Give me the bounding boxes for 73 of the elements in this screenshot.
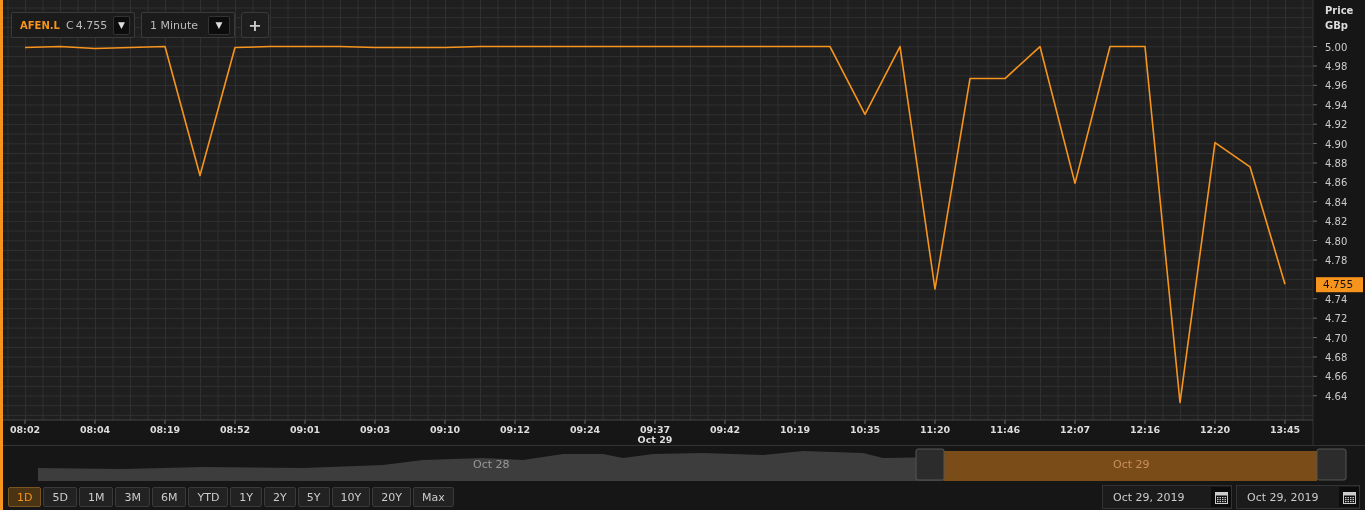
x-tick-label: 11:46 <box>989 424 1021 435</box>
x-tick-label: 12:16 <box>1129 424 1161 435</box>
x-tick-label: 09:37 <box>639 424 671 435</box>
x-tick-label: 09:42 <box>709 424 741 435</box>
interval-label: 1 Minute <box>150 18 199 32</box>
range-handle[interactable] <box>915 448 945 481</box>
range-handle[interactable] <box>1316 448 1347 481</box>
x-tick-label: 09:12 <box>499 424 531 435</box>
y-tick-label: 4.90 <box>1325 138 1348 150</box>
y-tick-label: 4.70 <box>1325 332 1348 344</box>
x-tick-label: 08:02 <box>9 424 41 435</box>
y-tick-label: 4.86 <box>1325 177 1348 189</box>
symbol-label: AFEN.L <box>20 19 60 31</box>
selection-range[interactable] <box>944 451 1317 481</box>
close-value: 4.755 <box>75 18 108 32</box>
range-button[interactable]: 1M <box>78 487 114 507</box>
x-tick-label: 08:52 <box>219 424 251 435</box>
x-tick-label: 11:20 <box>919 424 951 435</box>
range-button[interactable]: 1Y <box>230 487 263 507</box>
navigator-date-label: Oct 28 <box>473 458 510 471</box>
symbol-selector[interactable]: AFEN.L C 4.755 ▼ <box>11 12 135 38</box>
x-tick-label: 13:45 <box>1269 424 1301 435</box>
y-tick-label: 4.72 <box>1325 313 1348 325</box>
x-tick-label: 09:10 <box>429 424 461 435</box>
x-tick-label: 08:19 <box>149 424 181 435</box>
range-button[interactable]: 20Y <box>372 487 411 507</box>
y-tick-label: 4.82 <box>1325 216 1348 228</box>
current-price: 4.755 <box>1316 277 1363 293</box>
x-tick-label: 09:24 <box>569 424 601 435</box>
range-button[interactable]: 6M <box>151 487 187 507</box>
y-tick-label: 4.94 <box>1325 99 1348 111</box>
range-button[interactable]: Max <box>412 487 454 507</box>
x-tick-label: 08:04 <box>79 424 111 435</box>
range-button[interactable]: 5D <box>43 487 77 507</box>
x-tick-label: 09:03 <box>359 424 391 435</box>
range-button[interactable]: 10Y <box>331 487 371 507</box>
add-button[interactable]: + <box>241 12 269 38</box>
close-label: C <box>65 18 74 32</box>
range-button[interactable]: 2Y <box>264 487 296 507</box>
x-tick-label: 12:20 <box>1199 424 1231 435</box>
range-button[interactable]: 1D <box>8 487 42 507</box>
x-tick-label: 09:01 <box>289 424 321 435</box>
y-tick-label: 4.98 <box>1325 60 1348 72</box>
y-tick-label: 4.78 <box>1325 254 1348 266</box>
calendar-icon <box>1342 490 1356 504</box>
y-tick-label: 4.74 <box>1325 293 1348 305</box>
y-tick-label: 4.88 <box>1325 157 1348 169</box>
y-tick-label: 4.66 <box>1325 371 1348 383</box>
y-tick-label: 4.96 <box>1325 80 1348 92</box>
caret-icon: ▼ <box>208 15 230 35</box>
y-tick-label: 5.00 <box>1325 41 1348 53</box>
y-tick-label: 4.80 <box>1325 235 1348 247</box>
calendar-button[interactable] <box>1339 487 1359 507</box>
interval-dropdown[interactable]: 1 Minute ▼ <box>141 12 235 38</box>
range-button[interactable]: 5Y <box>297 487 330 507</box>
x-tick-label: 10:35 <box>849 424 881 435</box>
y-tick-label: 4.68 <box>1325 351 1348 363</box>
caret-icon: ▼ <box>113 15 130 35</box>
start-date-field[interactable]: Oct 29, 2019 <box>1102 485 1232 509</box>
y-tick-label: 4.84 <box>1325 196 1348 208</box>
calendar-icon <box>1214 490 1228 504</box>
navigator-date-label: Oct 29 <box>1113 458 1150 471</box>
axis-title: Price <box>1325 5 1354 16</box>
range-button[interactable]: YTD <box>188 487 229 507</box>
x-tick-label: 10:19 <box>779 424 811 435</box>
y-tick-label: 4.64 <box>1325 390 1348 402</box>
y-tick-label: 4.92 <box>1325 119 1348 131</box>
calendar-button[interactable] <box>1211 487 1231 507</box>
date-label: Oct 29 <box>637 434 673 445</box>
axis-unit: GBp <box>1325 20 1348 31</box>
x-tick-label: 12:07 <box>1059 424 1091 435</box>
end-date-field[interactable]: Oct 29, 2019 <box>1236 485 1360 509</box>
range-button[interactable]: 3M <box>115 487 150 507</box>
